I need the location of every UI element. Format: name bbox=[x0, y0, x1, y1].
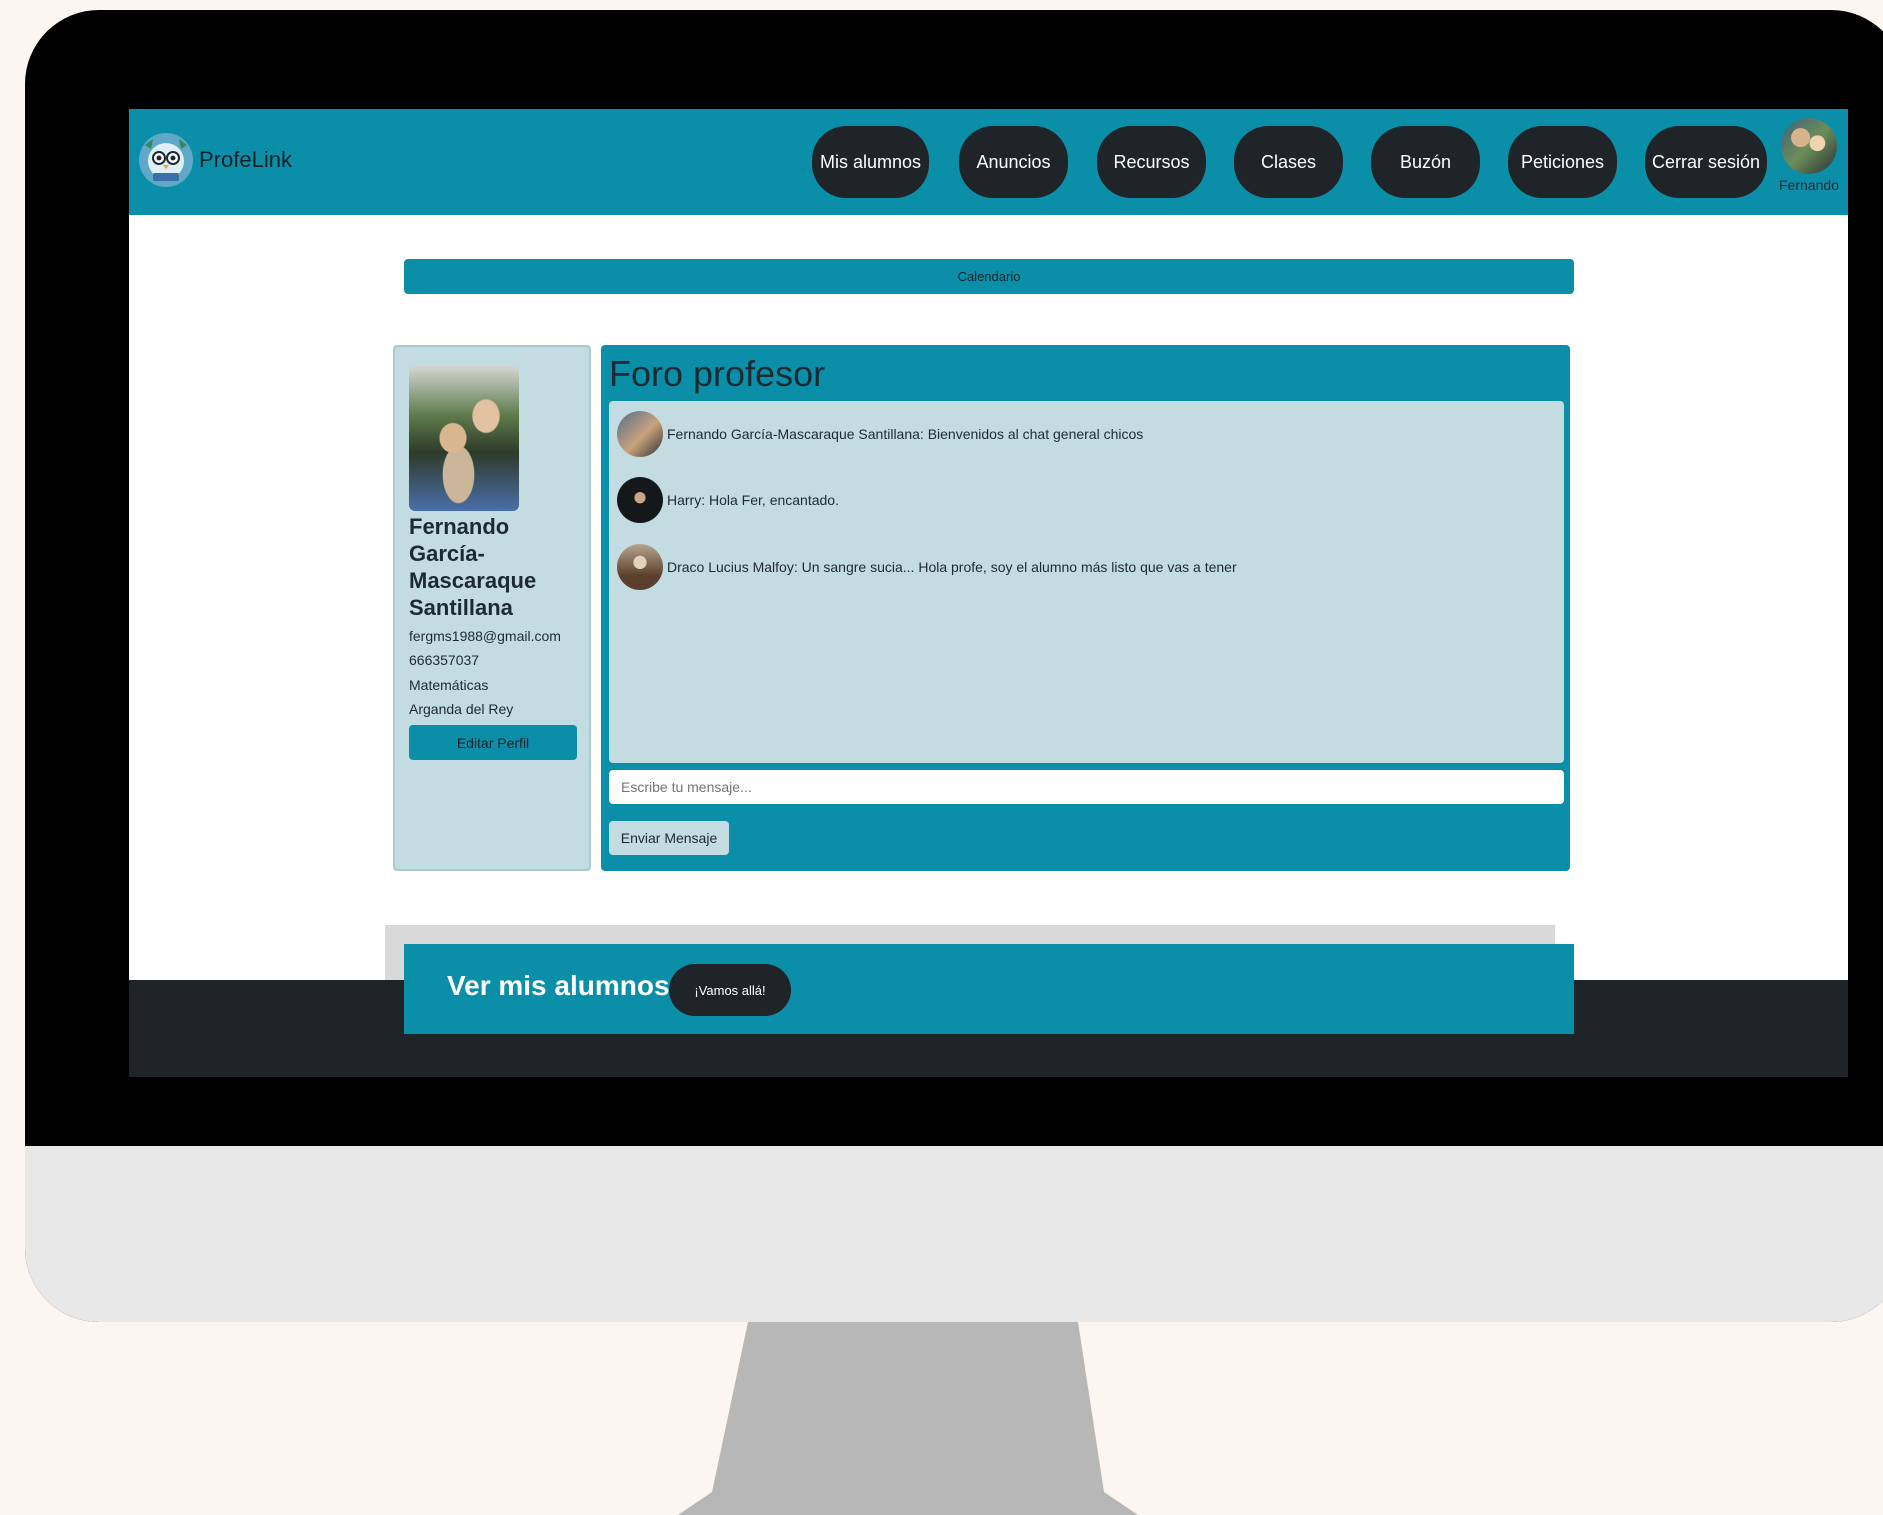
nav-recursos-button[interactable]: Recursos bbox=[1097, 126, 1206, 198]
chat-message: Fernando García-Mascaraque Santillana: B… bbox=[617, 411, 1143, 457]
message-text: Harry: Hola Fer, encantado. bbox=[667, 492, 839, 508]
chat-message: Harry: Hola Fer, encantado. bbox=[617, 477, 839, 523]
nav-clases-button[interactable]: Clases bbox=[1234, 126, 1343, 198]
monitor-stand bbox=[678, 1322, 1138, 1515]
message-avatar bbox=[617, 411, 663, 457]
message-avatar bbox=[617, 544, 663, 590]
brand-name: ProfeLink bbox=[199, 147, 292, 172]
students-title: Ver mis alumnos bbox=[447, 970, 670, 1001]
nav-buzon-button[interactable]: Buzón bbox=[1371, 126, 1480, 198]
browser-screen: ProfeLink Mis alumnos Anuncios Recursos … bbox=[129, 109, 1848, 1077]
profile-phone: 666357037 bbox=[409, 652, 480, 668]
message-avatar bbox=[617, 477, 663, 523]
nav-cerrar-sesion-button[interactable]: Cerrar sesión bbox=[1645, 126, 1767, 198]
profile-card: Fernando García-Mascaraque Santillana fe… bbox=[393, 345, 591, 871]
owl-logo-icon bbox=[139, 133, 193, 187]
chat-message: Draco Lucius Malfoy: Un sangre sucia... … bbox=[617, 544, 1237, 590]
navbar: ProfeLink Mis alumnos Anuncios Recursos … bbox=[129, 109, 1848, 215]
profile-photo bbox=[409, 365, 519, 511]
forum-panel: Foro profesor Fernando García-Mascaraque… bbox=[601, 345, 1570, 871]
profile-subject: Matemáticas bbox=[409, 677, 489, 693]
user-avatar[interactable] bbox=[1781, 118, 1837, 174]
forum-title: Foro profesor bbox=[609, 353, 826, 394]
edit-profile-button[interactable]: Editar Perfil bbox=[409, 725, 577, 760]
nav-peticiones-button[interactable]: Peticiones bbox=[1508, 126, 1617, 198]
nav-mis-alumnos-button[interactable]: Mis alumnos bbox=[812, 126, 929, 198]
profile-name: Fernando García-Mascaraque Santillana bbox=[409, 514, 537, 620]
go-to-students-button[interactable]: ¡Vamos allá! bbox=[669, 964, 791, 1016]
monitor-chin bbox=[25, 1146, 1883, 1322]
calendar-button[interactable]: Calendario bbox=[404, 259, 1574, 294]
send-message-button[interactable]: Enviar Mensaje bbox=[609, 821, 729, 855]
nav-anuncios-button[interactable]: Anuncios bbox=[959, 126, 1068, 198]
message-text: Fernando García-Mascaraque Santillana: B… bbox=[667, 426, 1144, 442]
chat-messages[interactable]: Fernando García-Mascaraque Santillana: B… bbox=[609, 401, 1564, 763]
nav-user-name: Fernando bbox=[1779, 177, 1839, 193]
calendar-label: Calendario bbox=[957, 269, 1021, 284]
profile-email: fergms1988@gmail.com bbox=[409, 628, 561, 644]
message-text: Draco Lucius Malfoy: Un sangre sucia... … bbox=[667, 559, 1237, 575]
monitor-frame: ProfeLink Mis alumnos Anuncios Recursos … bbox=[25, 10, 1883, 1322]
students-banner: Ver mis alumnos ¡Vamos allá! bbox=[404, 944, 1574, 1034]
profile-location: Arganda del Rey bbox=[409, 701, 514, 717]
brand[interactable]: ProfeLink bbox=[137, 131, 292, 189]
message-input[interactable] bbox=[609, 770, 1564, 804]
